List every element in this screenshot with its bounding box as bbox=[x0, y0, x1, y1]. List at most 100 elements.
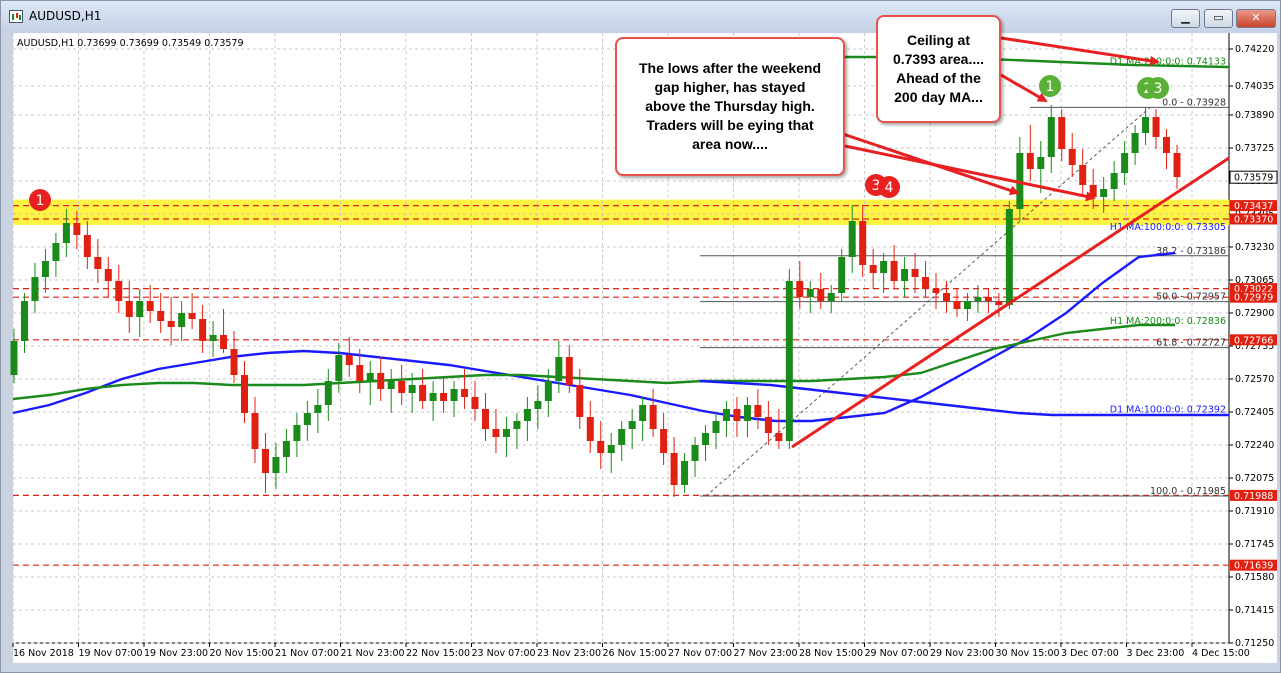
candle-body bbox=[1110, 173, 1118, 189]
candle-body bbox=[984, 297, 992, 301]
candle-body bbox=[188, 313, 196, 319]
candle-body bbox=[220, 335, 228, 349]
candle-body bbox=[890, 261, 898, 281]
level-price-label: 0.72766 bbox=[1234, 335, 1273, 346]
annotation-ceiling-line: 0.7393 area.... bbox=[892, 51, 985, 67]
candle-body bbox=[660, 429, 668, 453]
candle-body bbox=[649, 405, 657, 429]
candle-body bbox=[481, 409, 489, 429]
candle-body bbox=[83, 235, 91, 257]
y-tick-label: 0.74035 bbox=[1235, 81, 1274, 92]
candle-body bbox=[461, 389, 469, 397]
candle-body bbox=[963, 301, 971, 309]
annotation-lows-line: The lows after the weekend bbox=[638, 60, 822, 76]
marker-1-left-label: 1 bbox=[36, 193, 45, 209]
candle-body bbox=[104, 269, 112, 281]
candle-body bbox=[932, 289, 940, 293]
x-tick-label: 20 Nov 15:00 bbox=[210, 648, 274, 659]
candle-body bbox=[1047, 117, 1055, 157]
candle-body bbox=[817, 289, 825, 301]
candle-body bbox=[1173, 153, 1181, 177]
candle-body bbox=[502, 429, 510, 437]
candle-body bbox=[1058, 117, 1066, 149]
candle-body bbox=[534, 401, 542, 409]
candle-body bbox=[471, 397, 479, 409]
candle-body bbox=[597, 441, 605, 453]
candle-body bbox=[1142, 117, 1150, 133]
candle-body bbox=[880, 261, 888, 273]
y-tick-label: 0.71415 bbox=[1235, 605, 1274, 616]
candle-body bbox=[146, 301, 154, 311]
candle-body bbox=[1163, 137, 1171, 153]
candle-body bbox=[995, 301, 1003, 305]
candle-body bbox=[754, 405, 762, 417]
candle-body bbox=[586, 417, 594, 441]
candle-body bbox=[429, 393, 437, 401]
y-tick-label: 0.72900 bbox=[1235, 308, 1274, 319]
candle-body bbox=[764, 417, 772, 433]
x-tick-label: 16 Nov 2018 bbox=[13, 648, 74, 659]
candle-body bbox=[1131, 133, 1139, 153]
level-price-label: 0.73370 bbox=[1234, 215, 1273, 226]
candle-body bbox=[922, 277, 930, 289]
x-tick-label: 30 Nov 15:00 bbox=[996, 648, 1060, 659]
candle-body bbox=[827, 293, 835, 301]
x-tick-label: 3 Dec 07:00 bbox=[1061, 648, 1119, 659]
candle-body bbox=[251, 413, 259, 449]
candle-body bbox=[387, 381, 395, 389]
candle-body bbox=[345, 355, 353, 365]
candle-body bbox=[272, 457, 280, 473]
candle-body bbox=[869, 265, 877, 273]
candle-body bbox=[565, 357, 573, 385]
candle-body bbox=[974, 297, 982, 301]
support-zone bbox=[13, 199, 1229, 225]
candle-body bbox=[335, 355, 343, 381]
y-tick-label: 0.73230 bbox=[1235, 242, 1274, 253]
y-tick-label: 0.71910 bbox=[1235, 506, 1274, 517]
annotation-lows-line: area now.... bbox=[692, 136, 768, 152]
x-tick-label: 21 Nov 23:00 bbox=[341, 648, 405, 659]
candle-body bbox=[377, 373, 385, 389]
y-tick-label: 0.72405 bbox=[1235, 407, 1274, 418]
candle-body bbox=[450, 389, 458, 401]
candle-body bbox=[303, 413, 311, 425]
candle-body bbox=[1100, 189, 1108, 197]
candle-body bbox=[136, 301, 144, 317]
candle-body bbox=[282, 441, 290, 457]
marker-3-4-b-label: 4 bbox=[885, 180, 894, 196]
candle-body bbox=[1026, 153, 1034, 169]
candle-body bbox=[743, 405, 751, 421]
y-tick-label: 0.71745 bbox=[1235, 539, 1274, 550]
candle-body bbox=[618, 429, 626, 445]
x-tick-label: 3 Dec 23:00 bbox=[1127, 648, 1185, 659]
level-price-label: 0.73437 bbox=[1234, 201, 1273, 212]
x-tick-label: 27 Nov 23:00 bbox=[734, 648, 798, 659]
candle-body bbox=[1152, 117, 1160, 137]
candle-body bbox=[157, 311, 165, 321]
candle-body bbox=[702, 433, 710, 445]
candle-body bbox=[209, 335, 217, 341]
x-tick-label: 28 Nov 15:00 bbox=[799, 648, 863, 659]
candle-body bbox=[628, 421, 636, 429]
marker-1-right-label: 1 bbox=[1046, 79, 1055, 95]
candle-body bbox=[20, 301, 28, 341]
candle-body bbox=[314, 405, 322, 413]
candle-body bbox=[440, 393, 448, 401]
y-tick-label: 0.73890 bbox=[1235, 110, 1274, 121]
level-price-label: 0.72979 bbox=[1234, 293, 1273, 304]
candle-body bbox=[953, 301, 961, 309]
candle-body bbox=[607, 445, 615, 453]
candle-body bbox=[241, 375, 249, 413]
candle-body bbox=[1068, 149, 1076, 165]
level-price-label: 0.71988 bbox=[1234, 491, 1273, 502]
candle-body bbox=[796, 281, 804, 297]
candle-body bbox=[523, 409, 531, 421]
candle-body bbox=[167, 321, 175, 327]
candle-body bbox=[293, 425, 301, 441]
candle-body bbox=[398, 381, 406, 393]
x-tick-label: 22 Nov 15:00 bbox=[406, 648, 470, 659]
x-tick-label: 29 Nov 07:00 bbox=[865, 648, 929, 659]
candle-body bbox=[838, 257, 846, 293]
candle-body bbox=[261, 449, 269, 473]
marker-3-label: 3 bbox=[1154, 81, 1163, 97]
